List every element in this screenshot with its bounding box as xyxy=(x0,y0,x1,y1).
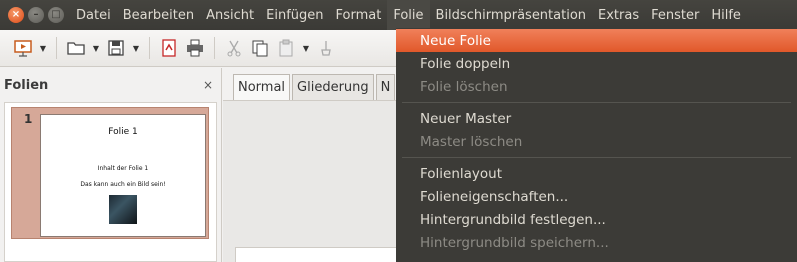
chevron-down-icon[interactable]: ▼ xyxy=(299,44,313,53)
slide-canvas[interactable] xyxy=(235,247,405,262)
slide-preview[interactable]: Folie 1 Inhalt der Folie 1 Das kann auch… xyxy=(40,114,206,237)
menu-format[interactable]: Format xyxy=(330,0,388,30)
slides-pane-title: Folien xyxy=(4,77,49,93)
view-tabs: Normal Gliederung N xyxy=(233,74,397,100)
tab-gliederung[interactable]: Gliederung xyxy=(292,74,374,100)
slide-preview-title: Folie 1 xyxy=(108,127,138,137)
copy-icon[interactable] xyxy=(247,35,273,61)
menu-item-folie-loeschen: Folie löschen xyxy=(420,78,508,95)
menu-separator xyxy=(402,157,791,158)
menu-item-folieneigenschaften[interactable]: Folieneigenschaften... xyxy=(396,185,797,208)
export-pdf-icon[interactable] xyxy=(156,35,182,61)
slide-preview-line: Das kann auch ein Bild sein! xyxy=(80,181,166,188)
folie-menu-dropdown: Neue Folie Folie doppeln Folie löschen N… xyxy=(396,28,797,262)
menu-datei[interactable]: Datei xyxy=(70,0,117,30)
slide-preview-line: Inhalt der Folie 1 xyxy=(97,165,149,172)
menu-hilfe[interactable]: Hilfe xyxy=(705,0,747,30)
menu-item-neue-folie[interactable]: Neue Folie xyxy=(396,29,797,52)
slide-thumbnail-selected[interactable]: 1 Folie 1 Inhalt der Folie 1 Das kann au… xyxy=(11,107,209,239)
menubar: × – □ Datei Bearbeiten Ansicht Einfügen … xyxy=(0,0,797,30)
menu-bearbeiten[interactable]: Bearbeiten xyxy=(117,0,200,30)
menu-extras[interactable]: Extras xyxy=(592,0,645,30)
menu-item-neuer-master[interactable]: Neuer Master xyxy=(396,107,797,130)
toolbar-separator xyxy=(56,37,57,59)
menu-item-hintergrundbild-speichern: Hintergrundbild speichern... xyxy=(420,234,609,251)
menu-folie[interactable]: Folie xyxy=(387,0,430,30)
menu-einfuegen[interactable]: Einfügen xyxy=(260,0,329,30)
menu-item-folienlayout[interactable]: Folienlayout xyxy=(396,162,797,185)
tab-notizen[interactable]: N xyxy=(375,74,396,100)
print-icon[interactable] xyxy=(182,35,208,61)
slide-number: 1 xyxy=(24,112,33,126)
menu-separator xyxy=(402,102,791,103)
minimize-window-icon[interactable]: – xyxy=(28,7,44,23)
cut-icon[interactable] xyxy=(221,35,247,61)
slides-pane-header: Folien × xyxy=(0,68,221,102)
clone-formatting-icon[interactable] xyxy=(313,35,339,61)
chevron-down-icon[interactable]: ▼ xyxy=(36,44,50,53)
menu-bildschirmpraesentation[interactable]: Bildschirmpräsentation xyxy=(430,0,592,30)
menu-ansicht[interactable]: Ansicht xyxy=(200,0,260,30)
slide-preview-image xyxy=(109,195,137,224)
open-folder-icon[interactable] xyxy=(63,35,89,61)
slides-pane: Folien × 1 Folie 1 Inhalt der Folie 1 Da… xyxy=(0,68,222,262)
tab-normal[interactable]: Normal xyxy=(233,74,291,100)
menu-item-folie-doppeln[interactable]: Folie doppeln xyxy=(396,52,797,75)
toolbar-separator xyxy=(214,37,215,59)
paste-icon[interactable] xyxy=(273,35,299,61)
window-controls: × – □ xyxy=(8,7,64,23)
toolbar-separator xyxy=(149,37,150,59)
presentation-icon[interactable] xyxy=(10,35,36,61)
close-window-icon[interactable]: × xyxy=(8,7,24,23)
slides-list: 1 Folie 1 Inhalt der Folie 1 Das kann au… xyxy=(4,102,217,262)
save-icon[interactable] xyxy=(103,35,129,61)
menu-fenster[interactable]: Fenster xyxy=(645,0,705,30)
close-icon[interactable]: × xyxy=(203,78,213,92)
menu-item-hintergrundbild-festlegen[interactable]: Hintergrundbild festlegen... xyxy=(396,208,797,231)
maximize-window-icon[interactable]: □ xyxy=(48,7,64,23)
chevron-down-icon[interactable]: ▼ xyxy=(89,44,103,53)
chevron-down-icon[interactable]: ▼ xyxy=(129,44,143,53)
menu-item-master-loeschen: Master löschen xyxy=(420,133,523,150)
